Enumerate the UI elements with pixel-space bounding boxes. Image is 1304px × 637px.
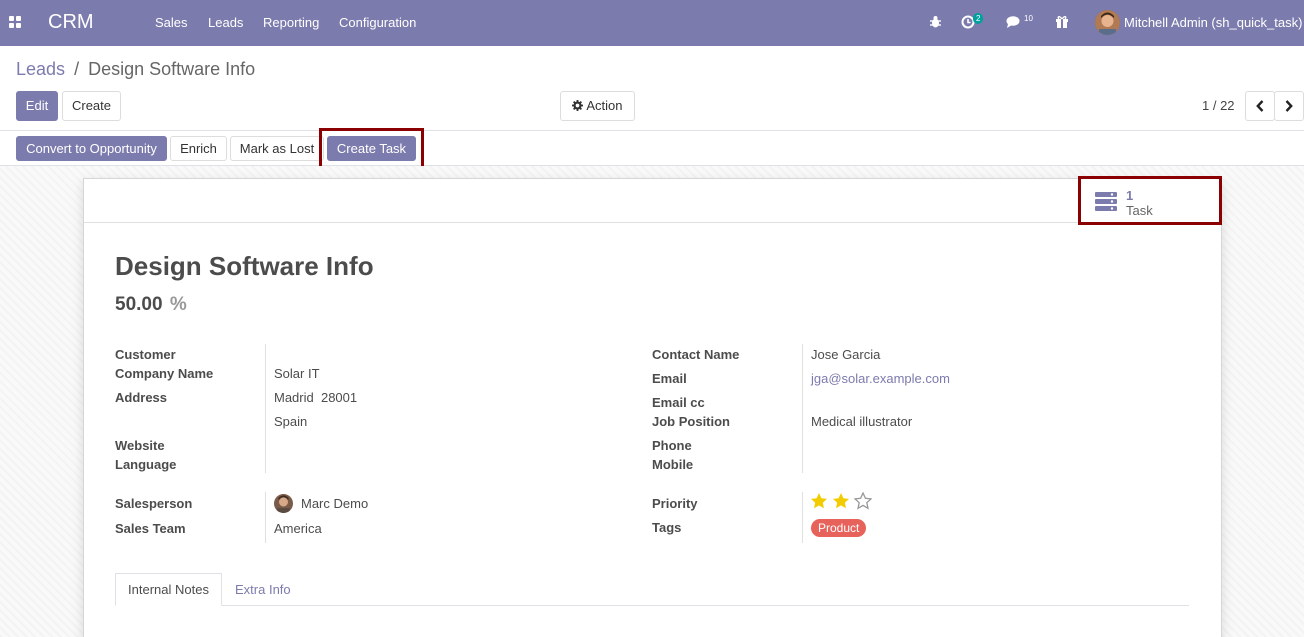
menu-configuration[interactable]: Configuration — [339, 15, 416, 30]
sales-team-value[interactable]: America — [274, 521, 322, 536]
sales-team-label: Sales Team — [115, 521, 186, 536]
address-line1[interactable]: Madrid 28001 — [274, 390, 357, 405]
customer-label: Customer — [115, 347, 176, 362]
email-link[interactable]: jga@solar.example.com — [811, 371, 950, 386]
tabs-underline — [115, 605, 1189, 606]
apps-menu-icon[interactable] — [9, 16, 23, 30]
probability-unit: % — [169, 294, 187, 315]
phone-label: Phone — [652, 438, 692, 453]
salesperson-label: Salesperson — [115, 496, 193, 511]
job-position-value[interactable]: Medical illustrator — [811, 414, 912, 429]
language-label: Language — [115, 457, 177, 472]
priority-label: Priority — [652, 496, 698, 511]
messages-count-badge: 10 — [1024, 14, 1033, 23]
convert-to-opportunity-button[interactable]: Convert to Opportunity — [16, 136, 167, 161]
pager-value[interactable]: 1 / 22 — [1202, 98, 1235, 113]
salesperson-avatar — [274, 494, 293, 513]
user-avatar[interactable] — [1095, 10, 1120, 35]
contact-name-value[interactable]: Jose Garcia — [811, 347, 880, 362]
company-label: Company Name — [115, 366, 214, 381]
probability[interactable]: 50.00 % — [115, 294, 187, 316]
tab-extra-info[interactable]: Extra Info — [235, 582, 291, 597]
activity-count-badge: 2 — [973, 13, 984, 24]
salesperson-value[interactable]: Marc Demo — [301, 496, 368, 511]
address-line2[interactable]: Spain — [274, 414, 307, 429]
priority-stars — [810, 492, 880, 512]
pager-previous-button[interactable] — [1245, 91, 1275, 121]
gift-icon[interactable] — [1055, 14, 1069, 28]
pager-next-button[interactable] — [1274, 91, 1304, 121]
website-label: Website — [115, 438, 165, 453]
breadcrumb: Leads / Design Software Info — [16, 59, 255, 80]
action-label: Action — [586, 98, 623, 113]
gear-icon — [572, 100, 584, 111]
menu-reporting[interactable]: Reporting — [263, 15, 319, 30]
chevron-left-icon — [1256, 100, 1264, 112]
left-separator-2 — [265, 492, 266, 543]
company-value[interactable]: Solar IT — [274, 366, 320, 381]
top-navbar: CRM Sales Leads Reporting Configuration … — [0, 0, 1304, 46]
star-filled-icon[interactable] — [810, 492, 828, 510]
breadcrumb-separator: / — [74, 59, 80, 79]
chevron-right-icon — [1285, 100, 1293, 112]
bug-icon[interactable] — [929, 15, 942, 29]
mobile-label: Mobile — [652, 457, 694, 472]
action-button[interactable]: Action — [560, 91, 635, 121]
edit-button[interactable]: Edit — [16, 91, 58, 121]
address-label: Address — [115, 390, 168, 405]
email-label: Email — [652, 371, 687, 386]
contact-name-label: Contact Name — [652, 347, 740, 362]
breadcrumb-leads[interactable]: Leads — [16, 59, 65, 79]
right-separator — [802, 344, 803, 473]
star-filled-icon[interactable] — [832, 492, 850, 510]
tab-internal-notes[interactable]: Internal Notes — [115, 573, 222, 606]
right-separator-2 — [802, 492, 803, 543]
email-cc-label: Email cc — [652, 395, 705, 410]
smart-button-box — [84, 179, 1221, 223]
left-separator — [265, 344, 266, 473]
tasks-highlight — [1078, 176, 1222, 225]
tag-product[interactable]: Product — [811, 519, 867, 537]
tags-label: Tags — [652, 520, 682, 535]
star-empty-icon[interactable] — [854, 492, 872, 510]
lead-title[interactable]: Design Software Info — [115, 251, 374, 282]
breadcrumb-current: Design Software Info — [88, 59, 256, 79]
menu-leads[interactable]: Leads — [208, 15, 243, 30]
chat-icon[interactable] — [1006, 15, 1022, 29]
create-task-highlight — [319, 128, 424, 169]
mark-as-lost-button[interactable]: Mark as Lost — [230, 136, 324, 161]
menu-sales[interactable]: Sales — [155, 15, 188, 30]
probability-value: 50.00 — [115, 294, 163, 315]
app-brand[interactable]: CRM — [48, 11, 94, 34]
job-position-label: Job Position — [652, 414, 730, 429]
user-menu[interactable]: Mitchell Admin (sh_quick_task) — [1124, 15, 1302, 30]
create-button[interactable]: Create — [62, 91, 121, 121]
enrich-button[interactable]: Enrich — [170, 136, 227, 161]
